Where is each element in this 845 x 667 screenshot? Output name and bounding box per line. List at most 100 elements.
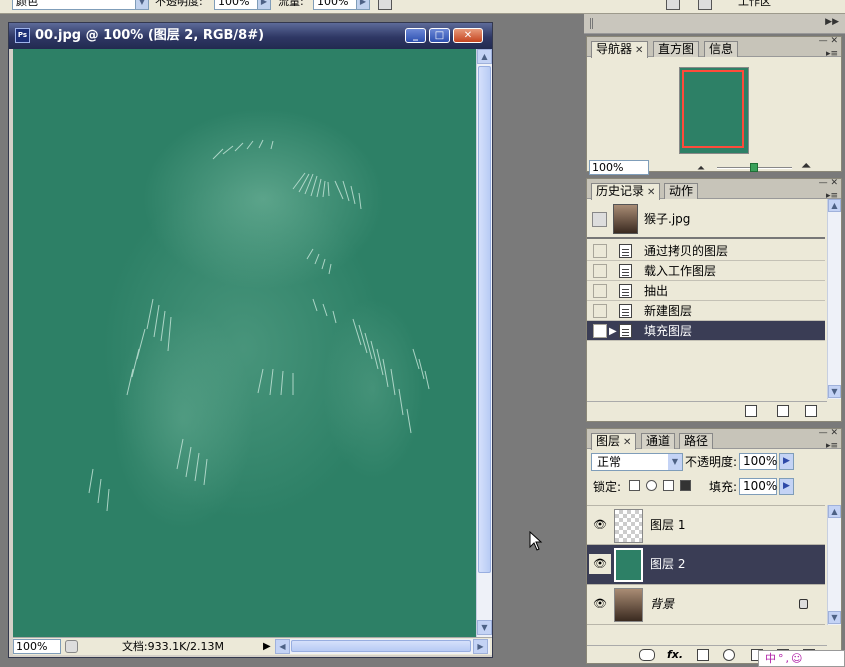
- history-source-checkbox[interactable]: [593, 304, 607, 318]
- visibility-eye-icon[interactable]: 👁: [589, 554, 611, 574]
- layer-fill-input[interactable]: 100%: [739, 478, 777, 495]
- layer-style-button[interactable]: fx.: [667, 647, 683, 663]
- lock-all-icon[interactable]: [680, 480, 691, 491]
- workspace-icon[interactable]: [698, 0, 712, 10]
- new-document-from-state-icon[interactable]: [745, 405, 757, 417]
- history-state-label: 新建图层: [644, 304, 693, 318]
- history-source-checkbox[interactable]: [593, 244, 607, 258]
- ime-toolbar[interactable]: 中°,☺: [758, 650, 845, 667]
- navigator-zoom-field[interactable]: 100%: [589, 160, 649, 175]
- status-info-icon[interactable]: [65, 640, 78, 653]
- visibility-eye-icon[interactable]: 👁: [589, 594, 611, 614]
- scroll-up-button[interactable]: ▲: [828, 199, 841, 212]
- link-layers-icon[interactable]: [639, 649, 655, 661]
- palette-well-icon[interactable]: [666, 0, 680, 10]
- history-state-current[interactable]: ▶ 填充图层: [587, 321, 825, 341]
- zoom-slider-handle[interactable]: [750, 163, 758, 172]
- scroll-down-button[interactable]: ▼: [477, 620, 492, 635]
- history-snapshot[interactable]: 猴子.jpg: [587, 201, 825, 239]
- tab-histogram[interactable]: 直方图: [653, 41, 700, 57]
- history-source-checkbox[interactable]: [593, 264, 607, 278]
- tab-navigator[interactable]: 导航器 ✕: [591, 41, 649, 58]
- panel-minimize-icon[interactable]: — ✕: [819, 36, 838, 46]
- dock-header[interactable]: ▶▶: [584, 14, 845, 34]
- tab-history[interactable]: 历史记录 ✕: [591, 183, 661, 200]
- status-menu-arrow[interactable]: ▶: [263, 640, 271, 654]
- navigator-view-box[interactable]: [682, 70, 744, 148]
- opacity-input[interactable]: 100%: [214, 0, 258, 10]
- zoom-field[interactable]: 100%: [13, 639, 61, 654]
- tab-close-icon[interactable]: ✕: [635, 45, 643, 56]
- navigator-panel: 导航器 ✕ 直方图 信息 — ✕ ▸≡ 100% ⏶ ⏶: [586, 36, 842, 175]
- panel-minimize-icon[interactable]: — ✕: [819, 178, 838, 188]
- layer-opacity-arrow[interactable]: ▶: [779, 453, 794, 470]
- layers-scrollbar[interactable]: ▲ ▼: [827, 505, 841, 625]
- tab-layers[interactable]: 图层 ✕: [591, 433, 637, 450]
- zoom-in-icon[interactable]: ⏶: [801, 159, 811, 174]
- visibility-eye-icon[interactable]: 👁: [589, 515, 611, 535]
- maximize-button[interactable]: □: [429, 28, 450, 43]
- mode-select-arrow[interactable]: ▼: [135, 0, 149, 10]
- panel-menu-icon[interactable]: ▸≡: [826, 49, 838, 59]
- scroll-up-button[interactable]: ▲: [828, 505, 841, 518]
- chevron-down-icon[interactable]: ▼: [668, 454, 682, 470]
- vertical-scrollbar[interactable]: ▲ ▼: [476, 49, 492, 637]
- scroll-down-button[interactable]: ▼: [828, 611, 841, 624]
- lock-transparency-icon[interactable]: [629, 480, 640, 491]
- photoshop-icon: Ps: [15, 28, 30, 43]
- panel-minimize-icon[interactable]: — ✕: [819, 428, 838, 438]
- document-status-bar: 100% 文档:933.1K/2.13M ▶ ◀ ▶: [13, 637, 492, 655]
- layer-item[interactable]: 👁 背景: [587, 585, 825, 625]
- tab-paths[interactable]: 路径: [679, 433, 714, 449]
- workspace-label[interactable]: 工作区: [738, 0, 771, 10]
- flow-arrow[interactable]: ▶: [356, 0, 370, 10]
- layer-opacity-input[interactable]: 100%: [739, 453, 777, 470]
- history-state[interactable]: 载入工作图层: [587, 261, 825, 281]
- close-button[interactable]: ✕: [453, 28, 483, 43]
- lock-icon: [799, 599, 808, 609]
- image-canvas[interactable]: [13, 49, 476, 637]
- history-state[interactable]: 新建图层: [587, 301, 825, 321]
- opacity-arrow[interactable]: ▶: [257, 0, 271, 10]
- dock-expand-icon[interactable]: ▶▶: [825, 17, 839, 27]
- navigator-thumbnail[interactable]: [679, 67, 749, 154]
- mode-select[interactable]: 颜色: [12, 0, 137, 10]
- tab-actions[interactable]: 动作: [664, 183, 699, 199]
- history-source-checkbox[interactable]: [593, 284, 607, 298]
- scroll-right-button[interactable]: ▶: [473, 639, 488, 654]
- tab-close-icon[interactable]: ✕: [647, 187, 655, 198]
- snapshot-name: 猴子.jpg: [644, 212, 691, 226]
- layer-lock-row: 锁定: 填充: 100% ▶: [587, 475, 841, 499]
- history-source-checkbox[interactable]: [593, 324, 607, 338]
- horizontal-scroll-thumb[interactable]: [291, 640, 471, 652]
- layer-name: 背景: [650, 597, 675, 611]
- history-brush-source-icon[interactable]: [592, 212, 607, 227]
- zoom-out-icon[interactable]: ⏶: [697, 163, 705, 174]
- add-mask-icon[interactable]: [697, 649, 709, 661]
- document-titlebar[interactable]: Ps 00.jpg @ 100% (图层 2, RGB/8#) _ □ ✕: [9, 23, 492, 49]
- horizontal-scrollbar[interactable]: ◀ ▶: [275, 639, 490, 654]
- lock-position-icon[interactable]: [663, 480, 674, 491]
- history-state[interactable]: 抽出: [587, 281, 825, 301]
- scroll-down-button[interactable]: ▼: [828, 385, 841, 398]
- history-state[interactable]: 通过拷贝的图层: [587, 241, 825, 261]
- lock-image-icon[interactable]: [646, 480, 657, 491]
- new-snapshot-icon[interactable]: [777, 405, 789, 417]
- airbrush-icon[interactable]: [378, 0, 392, 10]
- scroll-left-button[interactable]: ◀: [275, 639, 290, 654]
- blend-mode-select[interactable]: 正常 ▼: [591, 453, 683, 471]
- trash-icon[interactable]: [805, 405, 817, 417]
- minimize-button[interactable]: _: [405, 28, 426, 43]
- tab-channels[interactable]: 通道: [641, 433, 676, 449]
- layer-item-selected[interactable]: 👁 图层 2: [587, 545, 825, 585]
- dock-grip-icon[interactable]: [590, 18, 593, 29]
- tab-close-icon[interactable]: ✕: [623, 437, 631, 448]
- flow-input[interactable]: 100%: [313, 0, 357, 10]
- tab-info[interactable]: 信息: [704, 41, 739, 57]
- scroll-up-button[interactable]: ▲: [477, 49, 492, 64]
- vertical-scroll-thumb[interactable]: [478, 66, 491, 573]
- layer-fill-arrow[interactable]: ▶: [779, 478, 794, 495]
- adjustment-layer-icon[interactable]: [723, 649, 735, 661]
- layer-item[interactable]: 👁 图层 1: [587, 505, 825, 545]
- history-scrollbar[interactable]: ▲ ▼: [827, 199, 841, 399]
